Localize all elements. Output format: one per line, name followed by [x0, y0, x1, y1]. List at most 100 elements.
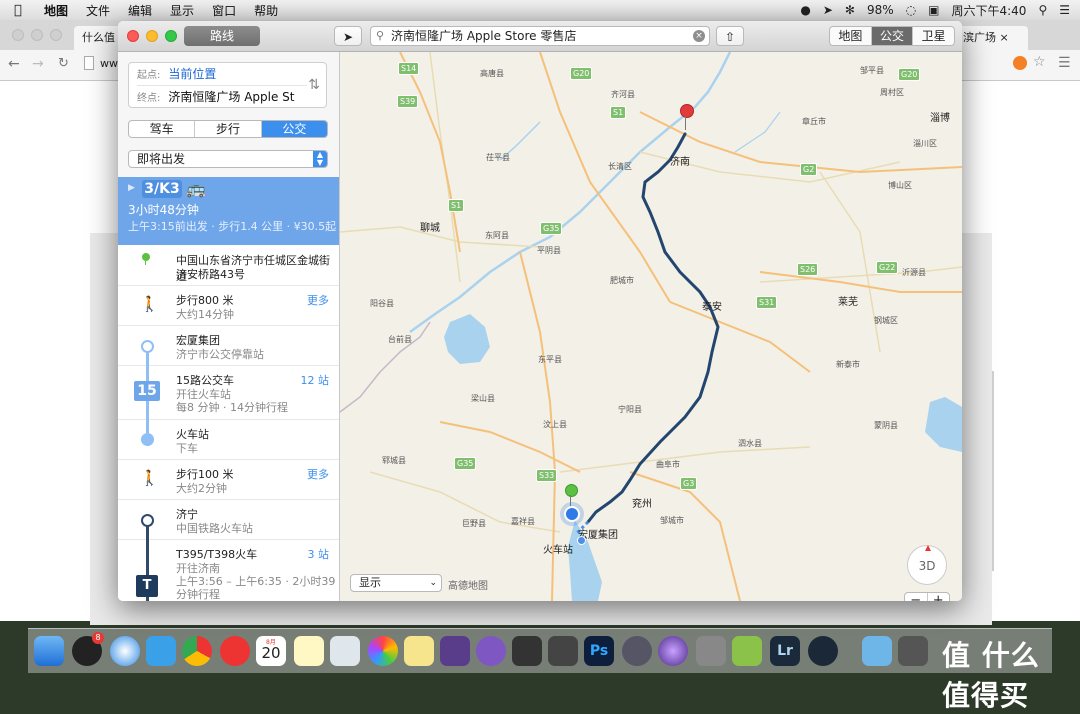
fullscreen-icon[interactable]	[165, 30, 177, 42]
apple-menu-icon[interactable]: 	[14, 3, 32, 18]
swap-icon[interactable]: ⇅	[308, 77, 320, 93]
clear-search-icon[interactable]: ×	[693, 30, 705, 42]
menu-file[interactable]: 文件	[86, 2, 110, 19]
lightroom-icon[interactable]: Lr	[770, 636, 800, 666]
city-zibo[interactable]: 淄博	[930, 109, 950, 124]
walking-person-icon: 🚶	[140, 469, 159, 487]
launchpad-icon[interactable]	[622, 636, 652, 666]
menu-edit[interactable]: 编辑	[128, 2, 152, 19]
penguin-icon[interactable]: ●	[800, 3, 810, 17]
finder-icon[interactable]	[34, 636, 64, 666]
photos-icon[interactable]	[368, 636, 398, 666]
step-train-station[interactable]: 济宁 中国铁路火车站	[118, 499, 339, 540]
preview-icon[interactable]	[330, 636, 360, 666]
share-button[interactable]: ⇧	[716, 26, 744, 46]
android-icon[interactable]	[732, 636, 762, 666]
disclosure-triangle-icon[interactable]: ▶	[128, 183, 135, 193]
step-sub3: 分钟行程	[176, 588, 220, 601]
step-alight[interactable]: 火车站 下车	[118, 419, 339, 460]
more-link[interactable]: 更多	[307, 466, 329, 482]
route-summary-card[interactable]: ▶ 3/K3 🚌 3小时48分钟 上午3:15前出发 · 步行1.4 公里 · …	[118, 177, 339, 245]
battery-percent[interactable]: 98%	[867, 3, 894, 17]
city-yanzhou[interactable]: 兖州	[632, 495, 652, 510]
siri-icon[interactable]	[658, 636, 688, 666]
stops-count[interactable]: 12 站	[301, 372, 330, 388]
compass-3d-button[interactable]: 3D	[907, 545, 947, 585]
end-row[interactable]: 终点: 济南恒隆广场 Apple St	[137, 88, 295, 106]
back-icon[interactable]: ←	[8, 56, 20, 72]
system-preferences-icon[interactable]	[696, 636, 726, 666]
menu-help[interactable]: 帮助	[254, 2, 278, 19]
start-value[interactable]: 当前位置	[168, 67, 216, 81]
stops-count[interactable]: 3 站	[308, 546, 330, 562]
clock[interactable]: 周六下午4:40	[951, 2, 1026, 19]
city-laiwu[interactable]: 莱芜	[838, 293, 858, 308]
downloads-icon[interactable]	[898, 636, 928, 666]
mode-transit-tab[interactable]: 公交	[261, 121, 327, 137]
step-origin[interactable]: 中国山东省济宁市任城区金城街道 济安桥路43号	[118, 245, 339, 286]
display-select[interactable]: 显示 ⌄	[350, 574, 442, 592]
bg-zoom-icon[interactable]	[50, 29, 62, 41]
step-walk-1[interactable]: 🚶 步行800 米 大约14分钟 更多	[118, 285, 339, 326]
wifi-icon[interactable]: ◌	[906, 3, 916, 17]
notes-icon[interactable]	[294, 636, 324, 666]
current-location-button[interactable]: ➤	[334, 26, 362, 46]
routes-button[interactable]: 路线	[184, 26, 260, 46]
menu-app-name[interactable]: 地图	[44, 2, 68, 19]
city-liaocheng[interactable]: 聊城	[420, 219, 440, 234]
place-station[interactable]: 火车站	[543, 541, 573, 556]
origin-pin-icon[interactable]	[565, 484, 578, 497]
menu-window[interactable]: 窗口	[212, 2, 236, 19]
archiver-icon[interactable]	[440, 636, 470, 666]
start-row[interactable]: 起点: 当前位置	[137, 65, 216, 83]
steam-icon[interactable]	[808, 636, 838, 666]
zoom-in-button[interactable]: +	[928, 593, 950, 601]
reload-icon[interactable]: ↻	[58, 56, 69, 71]
step-train[interactable]: T T395/T398火车 开往济南 上午3:56 – 上午6:35 · 2小时…	[118, 539, 339, 601]
step-board-stop[interactable]: 宏厦集团 济宁市公交停靠站	[118, 325, 339, 366]
menu-view[interactable]: 显示	[170, 2, 194, 19]
bird-app-icon[interactable]	[146, 636, 176, 666]
chrome-menu-icon[interactable]: ☰	[1058, 55, 1071, 71]
bookmark-star-icon[interactable]: ☆	[1033, 54, 1046, 70]
city-taian[interactable]: 泰安	[702, 298, 722, 313]
zoom-out-button[interactable]: −	[905, 593, 928, 601]
depart-time-select[interactable]: 即将出发 ▲ ▼	[128, 150, 328, 168]
county-label: 邹城市	[660, 516, 684, 525]
safari-icon[interactable]	[110, 636, 140, 666]
mode-drive-tab[interactable]: 驾车	[129, 121, 196, 137]
map-canvas[interactable]: 济南 泰安 聊城 莱芜 淄博 兖州 宏厦集团 火车站 高唐县 齐河县 茌平县 长…	[340, 52, 962, 601]
city-jinan[interactable]: 济南	[670, 153, 690, 168]
search-field[interactable]: ⚲ 济南恒隆广场 Apple Store 零售店 ×	[370, 26, 710, 46]
view-transit-tab[interactable]: 公交	[871, 27, 914, 45]
minimize-icon[interactable]	[146, 30, 158, 42]
browser-tab-2[interactable]: 滨广场 ×	[955, 26, 1028, 50]
bg-minimize-icon[interactable]	[31, 29, 43, 41]
extension-icon[interactable]	[1013, 56, 1027, 70]
step-walk-2[interactable]: 🚶 步行100 米 大约2分钟 更多	[118, 459, 339, 500]
chrome-icon[interactable]	[182, 636, 212, 666]
forward-icon[interactable]: →	[32, 56, 44, 72]
stickies-icon[interactable]	[404, 636, 434, 666]
destination-pin-icon[interactable]	[680, 104, 694, 118]
bg-close-icon[interactable]	[12, 29, 24, 41]
view-satellite-tab[interactable]: 卫星	[913, 27, 954, 45]
disk-utility-icon[interactable]	[548, 636, 578, 666]
input-method-icon[interactable]: ▣	[928, 3, 939, 17]
final-cut-icon[interactable]	[512, 636, 542, 666]
end-value[interactable]: 济南恒隆广场 Apple St	[168, 90, 294, 104]
view-map-tab[interactable]: 地图	[830, 27, 872, 45]
bluetooth-icon[interactable]: ✻	[845, 3, 855, 17]
address-fragment[interactable]: ww	[100, 57, 118, 70]
folder-icon[interactable]	[862, 636, 892, 666]
utility-icon[interactable]	[476, 636, 506, 666]
spotlight-icon[interactable]: ⚲	[1038, 3, 1047, 17]
step-bus-15[interactable]: 15 15路公交车 开往火车站 每8 分钟 · 14分钟行程 12 站	[118, 365, 339, 420]
photoshop-icon[interactable]: Ps	[584, 636, 614, 666]
notification-icon[interactable]: ☰	[1059, 3, 1070, 17]
netease-music-icon[interactable]	[220, 636, 250, 666]
more-link[interactable]: 更多	[307, 292, 329, 308]
current-location-dot[interactable]	[564, 506, 580, 522]
mode-walk-tab[interactable]: 步行	[195, 121, 262, 137]
close-icon[interactable]	[127, 30, 139, 42]
